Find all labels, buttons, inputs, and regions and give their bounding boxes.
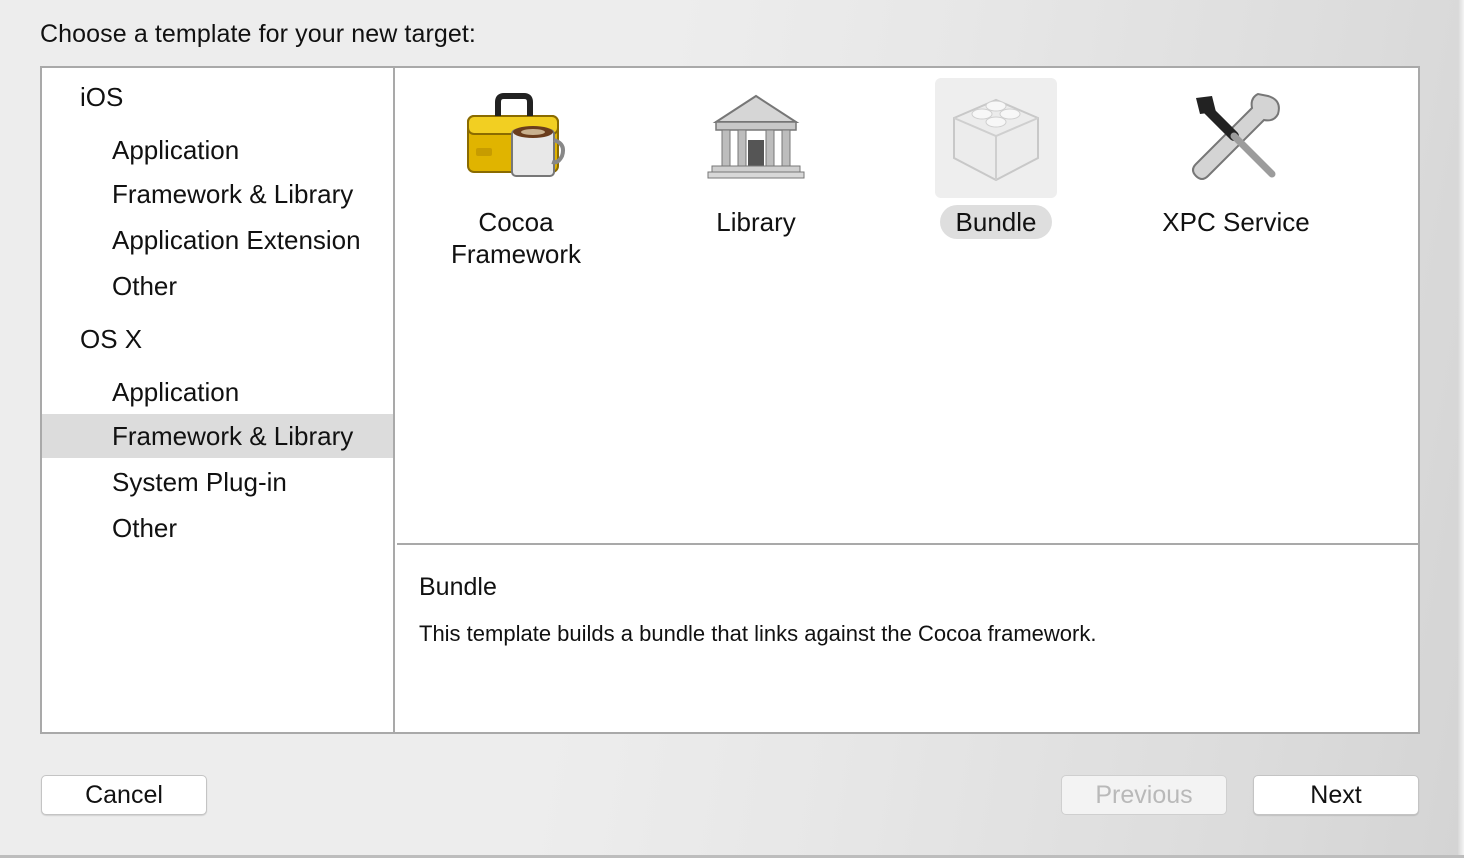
window-edge: [1458, 0, 1464, 858]
template-cocoa-framework[interactable]: Cocoa Framework: [419, 68, 619, 288]
category-sidebar: iOS Application Framework & Library Appl…: [42, 68, 395, 732]
sidebar-item-osx-framework-library[interactable]: Framework & Library: [42, 414, 393, 458]
template-grid: Cocoa Framework Library Bundle XPC Servi…: [397, 68, 1418, 545]
template-chooser: iOS Application Framework & Library Appl…: [40, 66, 1420, 734]
next-button[interactable]: Next: [1253, 775, 1419, 815]
previous-button[interactable]: Previous: [1061, 775, 1227, 815]
cancel-button[interactable]: Cancel: [41, 775, 207, 815]
sidebar-item-ios-application-extension[interactable]: Application Extension: [42, 218, 393, 262]
sidebar-item-osx-application[interactable]: Application: [42, 370, 393, 414]
wrench-screwdriver-icon: [1175, 78, 1297, 198]
template-label: Bundle: [899, 205, 1093, 239]
sidebar-item-ios-framework-library[interactable]: Framework & Library: [42, 172, 393, 216]
template-label: XPC Service: [1162, 207, 1310, 237]
dialog-prompt: Choose a template for your new target:: [40, 20, 476, 48]
sidebar-item-osx-other[interactable]: Other: [42, 506, 393, 550]
template-label: Library: [716, 207, 796, 237]
toolbox-coffee-icon: [455, 78, 577, 198]
sidebar-section-osx: OS X: [80, 324, 143, 354]
sidebar-item-ios-application[interactable]: Application: [42, 128, 393, 172]
sidebar-item-osx-system-plugin[interactable]: System Plug-in: [42, 460, 393, 504]
sidebar-item-ios-other[interactable]: Other: [42, 264, 393, 308]
template-bundle[interactable]: Bundle: [899, 68, 1099, 288]
library-building-icon: [695, 78, 817, 198]
description-title: Bundle: [419, 573, 497, 601]
lego-brick-icon: [935, 78, 1057, 198]
template-description-pane: Bundle This template builds a bundle tha…: [397, 547, 1418, 732]
sidebar-section-ios: iOS: [80, 82, 124, 112]
template-library[interactable]: Library: [659, 68, 859, 288]
template-label: Cocoa Framework: [450, 207, 581, 269]
description-text: This template builds a bundle that links…: [419, 621, 1097, 646]
template-xpc-service[interactable]: XPC Service: [1139, 68, 1339, 288]
